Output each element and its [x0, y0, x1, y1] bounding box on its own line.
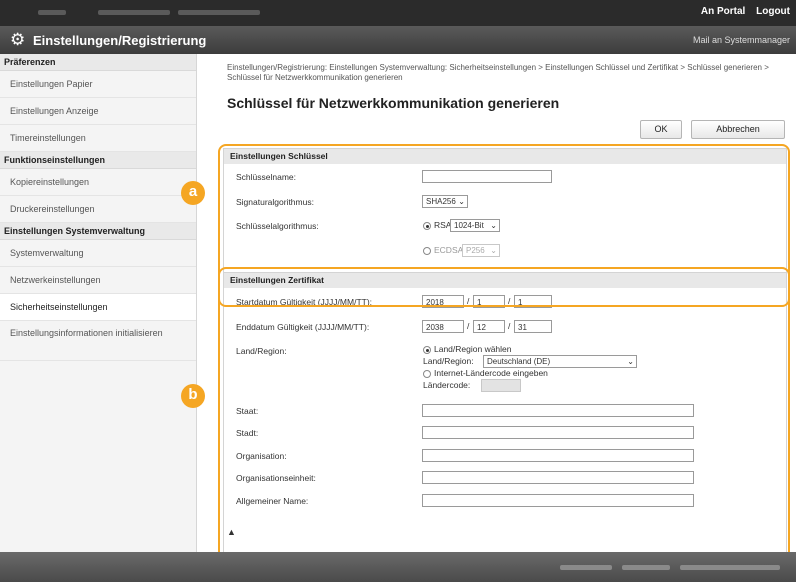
sidebar-item-system[interactable]: Systemverwaltung [0, 240, 196, 267]
logout-link[interactable]: Logout [756, 6, 790, 17]
sidebar-item-security[interactable]: Sicherheitseinstellungen [0, 294, 196, 321]
portal-link[interactable]: An Portal [701, 6, 745, 17]
marker-b: b [181, 384, 205, 408]
footer [0, 552, 796, 582]
sidebar-item-display[interactable]: Einstellungen Anzeige [0, 98, 196, 125]
highlight-box-b [218, 267, 790, 567]
marker-a: a [181, 181, 205, 205]
mail-link[interactable]: Mail an Systemmanager [693, 35, 790, 45]
sidebar-item-timer[interactable]: Timereinstellungen [0, 125, 196, 152]
blurred-text [680, 565, 780, 570]
page-title: Schlüssel für Netzwerkkommunikation gene… [227, 95, 560, 111]
top-bar: An Portal Logout [0, 0, 796, 26]
blurred-text [622, 565, 670, 570]
blurred-text [98, 10, 170, 15]
app-title: Einstellungen/Registrierung [33, 33, 207, 48]
settings-icon: ⚙ [10, 30, 26, 49]
top-links: An Portal Logout [693, 6, 790, 17]
ok-button[interactable]: OK [640, 120, 682, 139]
blurred-text [560, 565, 612, 570]
sidebar-item-copy[interactable]: Kopiereinstellungen [0, 169, 196, 196]
blurred-text [178, 10, 260, 15]
cancel-button[interactable]: Abbrechen [691, 120, 785, 139]
blurred-text [38, 10, 66, 15]
sidebar-item-initialize[interactable]: Einstellungsinformationen initialisieren [0, 321, 196, 361]
sidebar-item-network[interactable]: Netzwerkeinstellungen [0, 267, 196, 294]
back-to-top-icon[interactable]: ▲ [227, 527, 236, 537]
main-content: Einstellungen/Registrierung: Einstellung… [181, 54, 796, 567]
breadcrumb: Einstellungen/Registrierung: Einstellung… [227, 63, 769, 82]
title-bar: ⚙ Einstellungen/Registrierung Mail an Sy… [0, 26, 796, 54]
sidebar-heading: Einstellungen Systemverwaltung [0, 223, 196, 240]
sidebar-heading: Präferenzen [0, 54, 196, 71]
sidebar-heading: Funktionseinstellungen [0, 152, 196, 169]
sidebar: Präferenzen Einstellungen Papier Einstel… [0, 54, 197, 552]
sidebar-item-printer[interactable]: Druckereinstellungen [0, 196, 196, 223]
sidebar-item-paper[interactable]: Einstellungen Papier [0, 71, 196, 98]
